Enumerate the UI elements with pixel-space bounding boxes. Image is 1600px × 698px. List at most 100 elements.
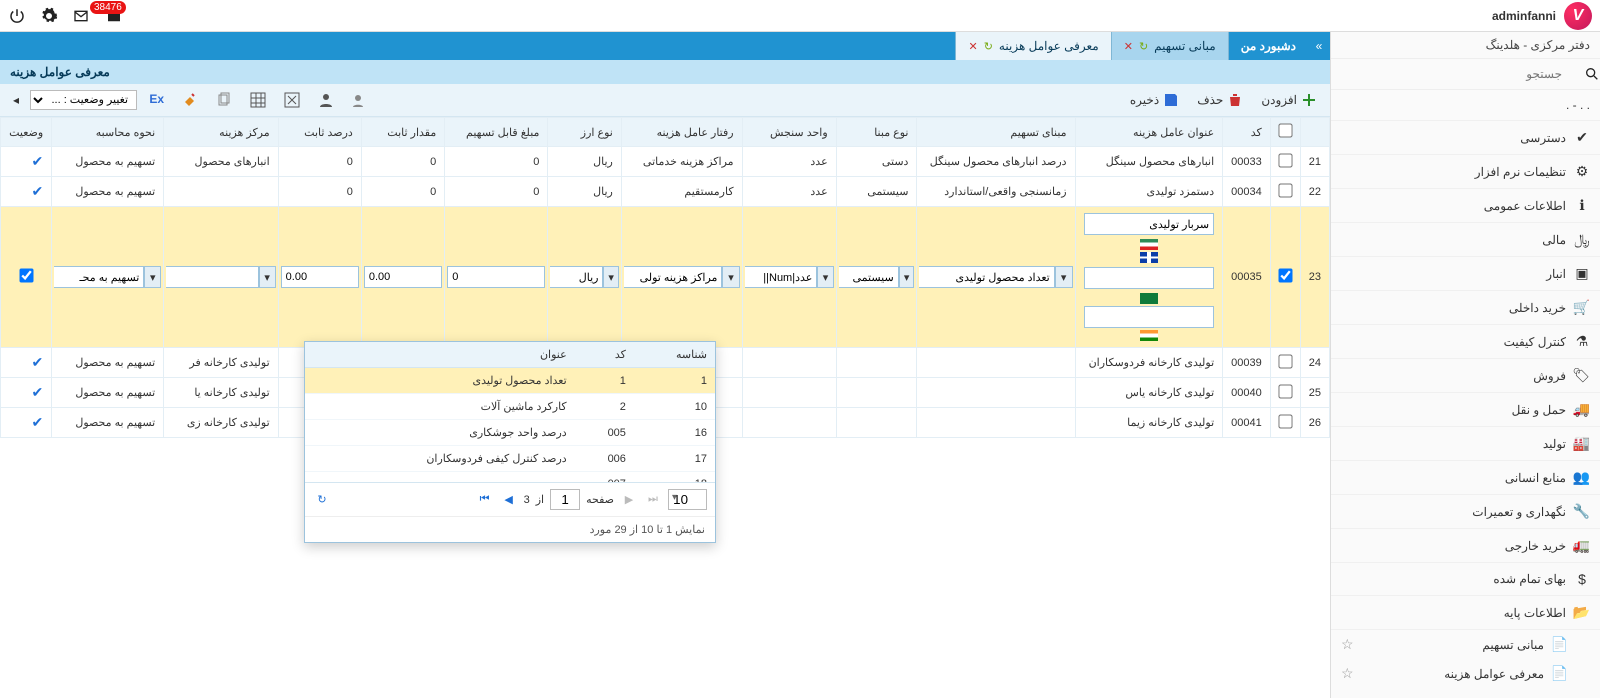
search-input[interactable] <box>1331 59 1572 89</box>
col-basis[interactable]: مبنای تسهیم <box>917 118 1075 147</box>
settings-button[interactable] <box>40 7 58 25</box>
add-button[interactable]: افزودن <box>1254 88 1324 112</box>
edit-unit-input[interactable] <box>745 266 818 288</box>
col-status[interactable]: وضعیت <box>1 118 52 147</box>
pager-next[interactable]: ▶ <box>620 491 638 509</box>
tab-refresh-icon[interactable]: ↻ <box>984 40 993 53</box>
col-mabna[interactable]: نوع مبنا <box>836 118 917 147</box>
popup-row[interactable]: 17006درصد کنترل کیفی فردوسکاران <box>305 446 715 472</box>
tool-grid-icon[interactable] <box>243 88 273 112</box>
table-row[interactable]: 22 00034 دستمزد تولیدی زمانسنجی واقعی/اس… <box>1 177 1330 207</box>
tab-avamel[interactable]: معرفی عوامل هزینه↻✕ <box>955 32 1110 60</box>
basis-dropdown[interactable]: ▾ <box>1055 266 1073 288</box>
sidebar-item-hr[interactable]: 👥منابع انسانی <box>1331 461 1600 495</box>
tool-copy-icon[interactable] <box>209 88 239 112</box>
save-button[interactable]: ذخیره <box>1123 88 1186 112</box>
edit-amount-input[interactable] <box>447 266 545 288</box>
sidebar-item-production[interactable]: 🏭تولید <box>1331 427 1600 461</box>
sidebar-item-foreign-purchase[interactable]: 🚛خرید خارجی <box>1331 529 1600 563</box>
edit-title-input[interactable] <box>1084 213 1215 235</box>
tab-close-icon[interactable]: ✕ <box>968 40 977 53</box>
status-checkbox[interactable] <box>19 268 33 282</box>
popup-col-code[interactable]: کد <box>575 342 634 368</box>
row-checkbox[interactable] <box>1278 354 1292 368</box>
flag-ir-icon[interactable] <box>1140 239 1158 250</box>
page-size-select[interactable]: 10 <box>668 489 707 510</box>
edit-fixedpct-input[interactable] <box>281 266 359 288</box>
col-unit[interactable]: واحد سنجش <box>742 118 836 147</box>
edit-center-input[interactable] <box>166 266 258 288</box>
sidebar-item-warehouse[interactable]: ▣انبار <box>1331 257 1600 291</box>
sidebar-item-transport[interactable]: 🚚حمل و نقل <box>1331 393 1600 427</box>
pager-prev[interactable]: ◀ <box>500 491 518 509</box>
pager-page-input[interactable] <box>550 489 580 510</box>
row-checkbox[interactable] <box>1278 268 1292 282</box>
col-fixed-qty[interactable]: مقدار ثابت <box>361 118 444 147</box>
pager-last[interactable]: ⏭ <box>644 491 662 509</box>
sidebar-item-settings[interactable]: ⚙تنظیمات نرم افزار <box>1331 155 1600 189</box>
sidebar-item-access[interactable]: ✔دسترسی <box>1331 121 1600 155</box>
row-checkbox[interactable] <box>1278 414 1292 428</box>
col-calc[interactable]: نحوه محاسبه <box>52 118 164 147</box>
sidebar-item-sales[interactable]: 🏷فروش <box>1331 359 1600 393</box>
row-checkbox[interactable] <box>1278 153 1292 167</box>
pager-refresh[interactable]: ↻ <box>313 491 331 509</box>
flag-gb-icon[interactable] <box>1140 252 1158 263</box>
edit-fixedqty-input[interactable] <box>364 266 442 288</box>
sidebar-sub-avamel[interactable]: 📄معرفی عوامل هزینه☆ <box>1331 659 1578 688</box>
edit-title-en-input[interactable] <box>1084 267 1215 289</box>
tab-mabani[interactable]: مبانی تسهیم↻✕ <box>1111 32 1228 60</box>
sidebar-item-cost[interactable]: $بهای تمام شده <box>1331 563 1600 596</box>
sidebar-sub-mabani[interactable]: 📄مبانی تسهیم☆ <box>1331 630 1578 659</box>
popup-row[interactable]: 18007 <box>305 472 715 483</box>
sidebar-item-baseinfo[interactable]: 📂اطلاعات پایه <box>1331 596 1600 630</box>
sidebar-item-qc[interactable]: ⚗کنترل کیفیت <box>1331 325 1600 359</box>
sidebar-item-general[interactable]: ℹاطلاعات عمومی <box>1331 189 1600 223</box>
sidebar-item-maintenance[interactable]: 🔧نگهداری و تعمیرات <box>1331 495 1600 529</box>
popup-col-id[interactable]: شناسه <box>634 342 715 368</box>
unit-dropdown[interactable]: ▾ <box>817 266 833 288</box>
center-dropdown[interactable]: ▾ <box>259 266 276 288</box>
status-select[interactable]: تغییر وضعیت : ... <box>30 90 137 110</box>
star-icon[interactable]: ☆ <box>1341 636 1354 653</box>
tool-chevron-left[interactable]: ◂ <box>6 89 26 111</box>
row-checkbox[interactable] <box>1278 183 1292 197</box>
table-row[interactable]: 21 00033 انبارهای محصول سینگل درصد انبار… <box>1 147 1330 177</box>
sidebar-item-purchase[interactable]: 🛒خرید داخلی <box>1331 291 1600 325</box>
col-currency[interactable]: نوع ارز <box>548 118 621 147</box>
sidebar-item-finance[interactable]: ﷼مالی <box>1331 223 1600 257</box>
edit-title-ar-input[interactable] <box>1084 306 1215 328</box>
edit-behavior-input[interactable] <box>624 266 723 288</box>
tab-close-icon[interactable]: ✕ <box>1124 40 1133 53</box>
edit-currency-input[interactable] <box>550 266 603 288</box>
flag-sa-icon[interactable] <box>1140 293 1158 304</box>
tab-refresh-icon[interactable]: ↻ <box>1139 40 1148 53</box>
mail-button[interactable] <box>72 7 90 25</box>
pager-first[interactable]: ⏮ <box>476 491 494 509</box>
tab-dashboard[interactable]: دشبورد من <box>1228 32 1308 60</box>
flag-in-icon[interactable] <box>1140 330 1158 341</box>
popup-row[interactable]: 16005درصد واحد جوشکاری <box>305 420 715 446</box>
edit-basis-input[interactable] <box>919 266 1054 288</box>
sidebar-item-top[interactable]: . . - . <box>1331 90 1600 121</box>
tool-expand-icon[interactable] <box>277 88 307 112</box>
col-fixed-pct[interactable]: درصد ثابت <box>278 118 361 147</box>
calc-dropdown[interactable]: ▾ <box>144 266 161 288</box>
edit-mabna-input[interactable] <box>839 266 899 288</box>
tabs-chevron[interactable]: » <box>1308 32 1330 60</box>
tool-user-icon[interactable] <box>311 88 341 112</box>
suitcase-button[interactable]: 38476 <box>104 7 124 25</box>
col-code[interactable]: کد <box>1223 118 1271 147</box>
popup-row[interactable]: 102کارکرد ماشین آلات <box>305 394 715 420</box>
tool-users-icon[interactable] <box>345 88 375 112</box>
popup-col-title[interactable]: عنوان <box>305 342 575 368</box>
edit-calc-input[interactable] <box>54 266 144 288</box>
power-button[interactable] <box>8 7 26 25</box>
row-checkbox[interactable] <box>1278 384 1292 398</box>
behavior-dropdown[interactable]: ▾ <box>722 266 739 288</box>
popup-scroll[interactable]: شناسه کد عنوان 11تعداد محصول تولیدی 102ک… <box>305 342 715 482</box>
table-row-editing[interactable]: 23 00035 <box>1 207 1330 348</box>
tool-ex-button[interactable]: Ex <box>141 88 171 112</box>
mabna-dropdown[interactable]: ▾ <box>899 266 915 288</box>
currency-dropdown[interactable]: ▾ <box>603 266 618 288</box>
